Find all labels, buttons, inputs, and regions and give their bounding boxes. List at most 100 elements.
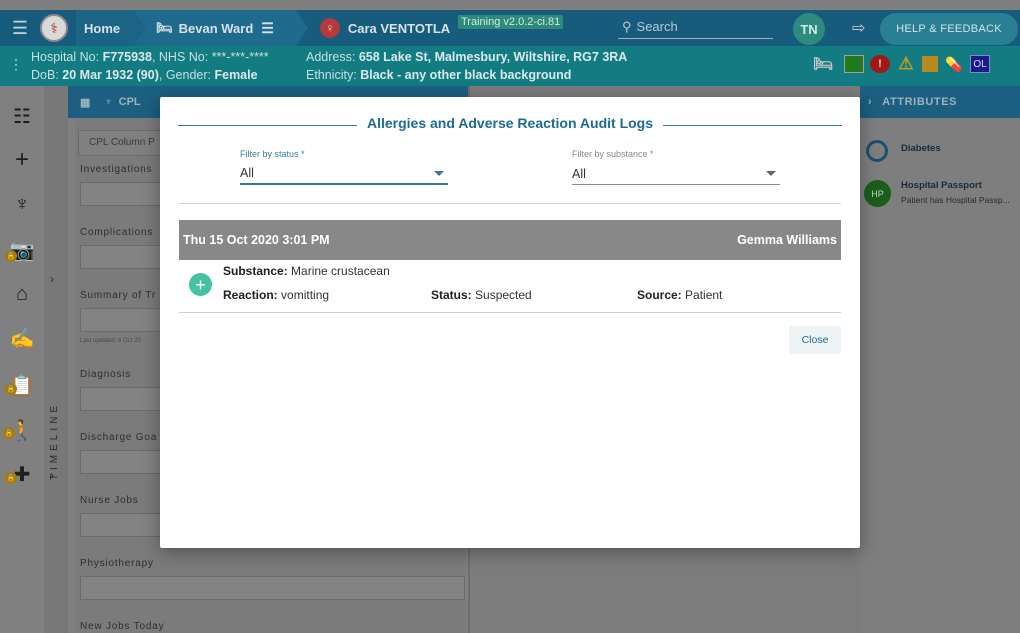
ward-menu-icon[interactable]: ☰ xyxy=(261,20,274,37)
search-placeholder: Search xyxy=(636,19,678,34)
filter-substance-value: All xyxy=(572,166,586,181)
ethnicity-line: Ethnicity: Black - any other black backg… xyxy=(306,68,571,82)
search-input[interactable]: ⚲ Search xyxy=(618,15,773,39)
log-entry: + Substance: Marine crustacean Reaction:… xyxy=(179,260,841,313)
log-entry-header: Thu 15 Oct 2020 3:01 PM Gemma Williams xyxy=(179,220,841,260)
dob: 20 Mar 1932 (90) xyxy=(62,68,159,82)
bed-icon: 🛏 xyxy=(156,20,173,35)
source-field: Source: Patient xyxy=(637,288,722,302)
address: 658 Lake St, Malmesbury, Wiltshire, RG7 … xyxy=(358,50,628,64)
user-avatar[interactable]: TN xyxy=(793,13,825,45)
physiotherapy-field[interactable] xyxy=(80,576,465,600)
lock-icon: 🔒 xyxy=(5,472,17,484)
chevron-right-icon[interactable]: › xyxy=(50,272,54,286)
hospital-passport-title[interactable]: Hospital Passport xyxy=(901,180,982,191)
reaction-field: Reaction: vomitting xyxy=(223,288,329,302)
section-label: Complications xyxy=(80,227,154,238)
filter-divider xyxy=(179,203,841,204)
ethnicity: Black - any other black background xyxy=(360,68,572,82)
alert-icon[interactable]: ! xyxy=(870,55,890,73)
more-vertical-icon[interactable]: ⋮ xyxy=(9,56,23,73)
gender: Female xyxy=(214,68,258,82)
address-label: Address: xyxy=(306,50,356,64)
patient-name: Cara VENTOTLA xyxy=(347,20,451,36)
bed-status-icon[interactable]: 🛏 xyxy=(808,55,838,73)
ol-badge[interactable]: OL xyxy=(970,55,990,73)
hospital-passport-badge: HP xyxy=(864,180,891,207)
nhs-no: ***-***-**** xyxy=(211,50,269,64)
home-label: Home xyxy=(84,20,121,36)
filter-status: Filter by status * All xyxy=(240,149,448,185)
signature-icon[interactable]: ✍ xyxy=(8,324,36,352)
list-icon[interactable]: ☷ xyxy=(8,102,36,130)
ward-label: Bevan Ward xyxy=(178,20,254,36)
log-user: Gemma Williams xyxy=(737,233,837,247)
left-navigation-rail: ☷ + ♆ 📷 🔒 ⌂ ✍ 📋 🔒 🚶 🔒 ✚ 🔒 xyxy=(0,86,44,633)
medication-icon[interactable]: 💊 xyxy=(944,55,964,73)
section-label: Discharge Goa xyxy=(80,432,158,443)
dob-gender-line: DoB: 20 Mar 1932 (90), Gender: Female xyxy=(31,68,258,82)
filter-status-select[interactable]: All xyxy=(240,163,448,185)
person-female-icon: ♀ xyxy=(319,18,340,38)
chevron-right-icon[interactable]: › xyxy=(868,96,872,108)
breadcrumb-patient[interactable]: ♀ Cara VENTOTLA xyxy=(296,10,464,46)
patient-banner: ⋮ Hospital No: F775938, NHS No: ***-***-… xyxy=(0,46,1020,86)
filter-substance-select[interactable]: All xyxy=(572,163,780,185)
documents-icon[interactable] xyxy=(922,56,938,72)
calendar-icon[interactable]: ▦ xyxy=(80,96,90,109)
address-line: Address: 658 Lake St, Malmesbury, Wiltsh… xyxy=(306,50,627,64)
lock-icon: 🔒 xyxy=(5,250,17,262)
plus-circle-icon: + xyxy=(189,273,212,296)
last-updated-text: Last updated: 6 Oct 20 xyxy=(80,338,141,344)
add-icon[interactable]: + xyxy=(8,146,36,174)
hamburger-menu-icon[interactable]: ☰ xyxy=(0,10,40,46)
banner-alert-icons: 🛏 ! ⚠ 💊 OL xyxy=(808,54,990,73)
logout-icon[interactable]: ⇨ xyxy=(852,18,865,38)
help-feedback-button[interactable]: HELP & FEEDBACK xyxy=(880,13,1018,45)
filter-status-label: Filter by status * xyxy=(240,149,305,159)
warning-icon[interactable]: ⚠ xyxy=(896,54,916,73)
section-label: Investigations xyxy=(80,164,153,175)
substance-value: Marine crustacean xyxy=(291,264,390,278)
dialog-title: Allergies and Adverse Reaction Audit Log… xyxy=(356,115,664,131)
green-status-icon[interactable] xyxy=(844,55,864,73)
diabetes-ring-icon xyxy=(866,140,888,162)
section-label: Nurse Jobs xyxy=(80,495,139,506)
section-label: Physiotherapy xyxy=(80,558,154,569)
source-label: Source: xyxy=(637,288,682,302)
attributes-title: ATTRIBUTES xyxy=(882,96,958,108)
dob-label: DoB: xyxy=(31,68,59,82)
stethoscope-icon[interactable]: ♆ xyxy=(8,190,36,218)
substance-field: Substance: Marine crustacean xyxy=(223,264,390,278)
app-logo-icon[interactable]: ⚕ xyxy=(40,14,68,42)
search-icon: ⚲ xyxy=(622,18,632,34)
hospital-nhs-line: Hospital No: F775938, NHS No: ***-***-**… xyxy=(31,50,269,64)
breadcrumb-home[interactable]: Home xyxy=(76,10,147,46)
filter-status-value: All xyxy=(240,166,254,180)
home-icon[interactable]: ⌂ xyxy=(8,280,36,308)
reaction-label: Reaction: xyxy=(223,288,278,302)
chevron-right-icon[interactable]: › xyxy=(50,468,54,482)
status-field: Status: Suspected xyxy=(431,288,532,302)
section-label: Summary of Tr xyxy=(80,290,156,301)
nhs-label: , NHS No: xyxy=(151,50,209,64)
filter-substance-label: Filter by substance * xyxy=(572,149,654,159)
breadcrumb-ward[interactable]: 🛏 Bevan Ward ☰ xyxy=(134,10,308,46)
diabetes-attribute[interactable]: Diabetes xyxy=(901,143,941,154)
substance-label: Substance: xyxy=(223,264,288,278)
status-label: Status: xyxy=(431,288,472,302)
attributes-panel: Diabetes HP Hospital Passport Patient ha… xyxy=(860,118,1020,633)
source-value: Patient xyxy=(685,288,723,302)
timeline-strip[interactable]: › TIMELINE › xyxy=(44,86,68,633)
hospital-no: F775938 xyxy=(102,50,152,64)
stethoscope-icon: ♆ xyxy=(104,96,113,108)
gender-label: , Gender: xyxy=(158,68,211,82)
top-navigation-bar: ☰ ⚕ Home 🛏 Bevan Ward ☰ ♀ Cara VENTOTLA … xyxy=(0,10,1020,46)
dialog-title-bar: Allergies and Adverse Reaction Audit Log… xyxy=(178,115,842,135)
lock-icon: 🔒 xyxy=(3,427,15,439)
audit-log-dialog: Allergies and Adverse Reaction Audit Log… xyxy=(160,97,860,548)
section-label: New Jobs Today xyxy=(80,621,165,632)
dropdown-arrow-icon xyxy=(766,171,776,176)
close-button[interactable]: Close xyxy=(789,326,841,354)
dropdown-arrow-icon xyxy=(434,170,444,176)
